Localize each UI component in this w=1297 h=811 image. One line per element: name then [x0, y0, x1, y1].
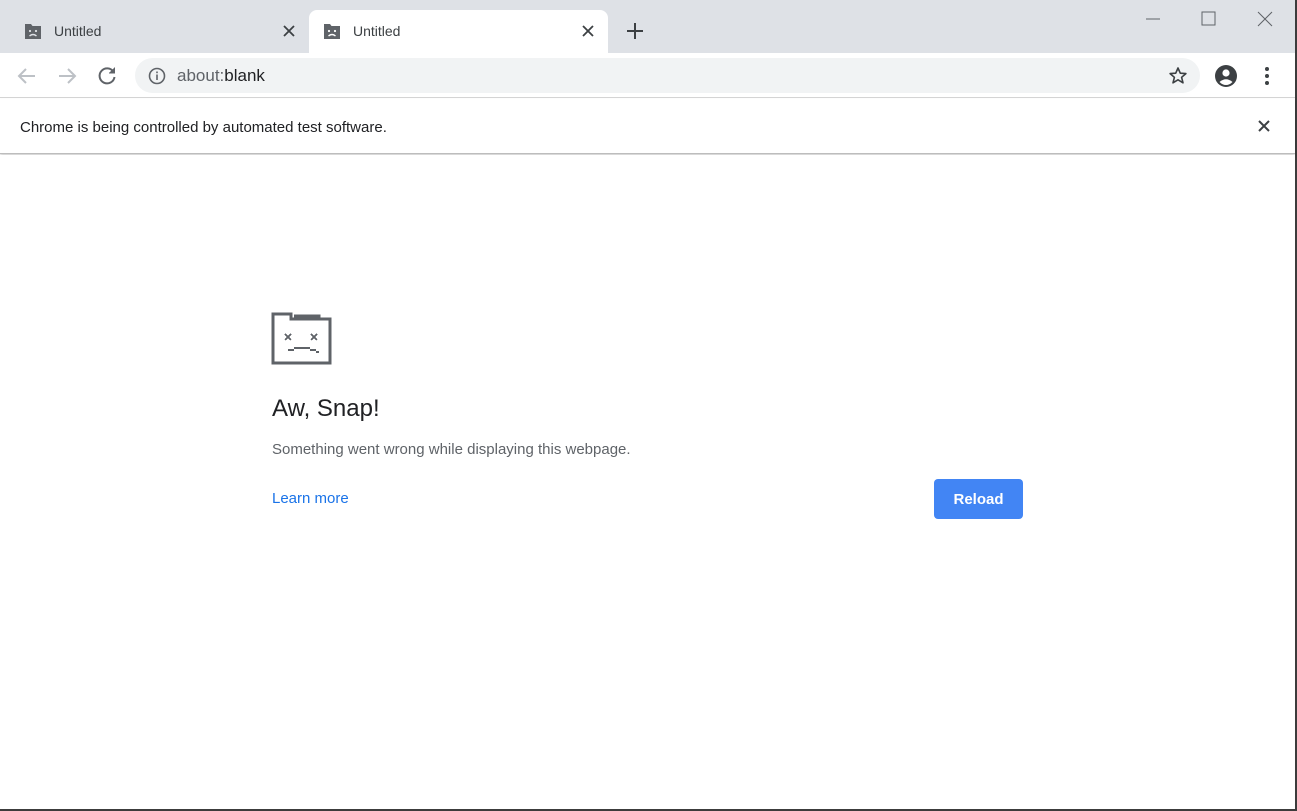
reload-icon[interactable] — [95, 64, 119, 88]
star-icon[interactable] — [1168, 66, 1188, 86]
arrow-right-icon[interactable] — [55, 64, 79, 88]
error-headline: Aw, Snap! — [272, 395, 380, 422]
browser-window: Untitled Untitled about:blank Chrome is … — [0, 0, 1297, 811]
close-icon[interactable] — [281, 23, 297, 39]
address-bar[interactable]: about:blank — [135, 58, 1200, 93]
infobar-message: Chrome is being controlled by automated … — [20, 119, 387, 136]
reload-button[interactable]: Reload — [934, 479, 1023, 519]
arrow-left-icon[interactable] — [15, 64, 39, 88]
url-path: blank — [224, 66, 265, 85]
url-scheme: about: — [177, 66, 225, 85]
sad-folder-icon — [271, 312, 332, 365]
tab-title: Untitled — [353, 23, 401, 39]
account-icon[interactable] — [1214, 64, 1238, 88]
automation-infobar: Chrome is being controlled by automated … — [0, 99, 1295, 154]
plus-icon[interactable] — [624, 20, 646, 42]
tab-strip: Untitled Untitled — [0, 0, 1295, 53]
maximize-icon[interactable] — [1193, 6, 1223, 32]
toolbar: about:blank — [0, 53, 1295, 98]
sad-tab-icon — [25, 24, 41, 39]
tab-title: Untitled — [54, 23, 102, 39]
error-page: Aw, Snap! Something went wrong while dis… — [0, 155, 1295, 809]
window-close-icon[interactable] — [1250, 6, 1280, 32]
info-icon[interactable] — [148, 67, 166, 85]
tab-untitled-2[interactable]: Untitled — [309, 10, 608, 53]
url-text[interactable]: about:blank — [177, 66, 265, 86]
kebab-menu-icon[interactable] — [1257, 64, 1277, 88]
learn-more-link[interactable]: Learn more — [272, 490, 349, 507]
error-description: Something went wrong while displaying th… — [272, 441, 631, 458]
close-icon[interactable] — [580, 23, 596, 39]
minimize-icon[interactable] — [1138, 6, 1168, 32]
tab-untitled-1[interactable]: Untitled — [10, 10, 309, 53]
close-icon[interactable] — [1256, 118, 1272, 134]
sad-tab-icon — [324, 24, 340, 39]
